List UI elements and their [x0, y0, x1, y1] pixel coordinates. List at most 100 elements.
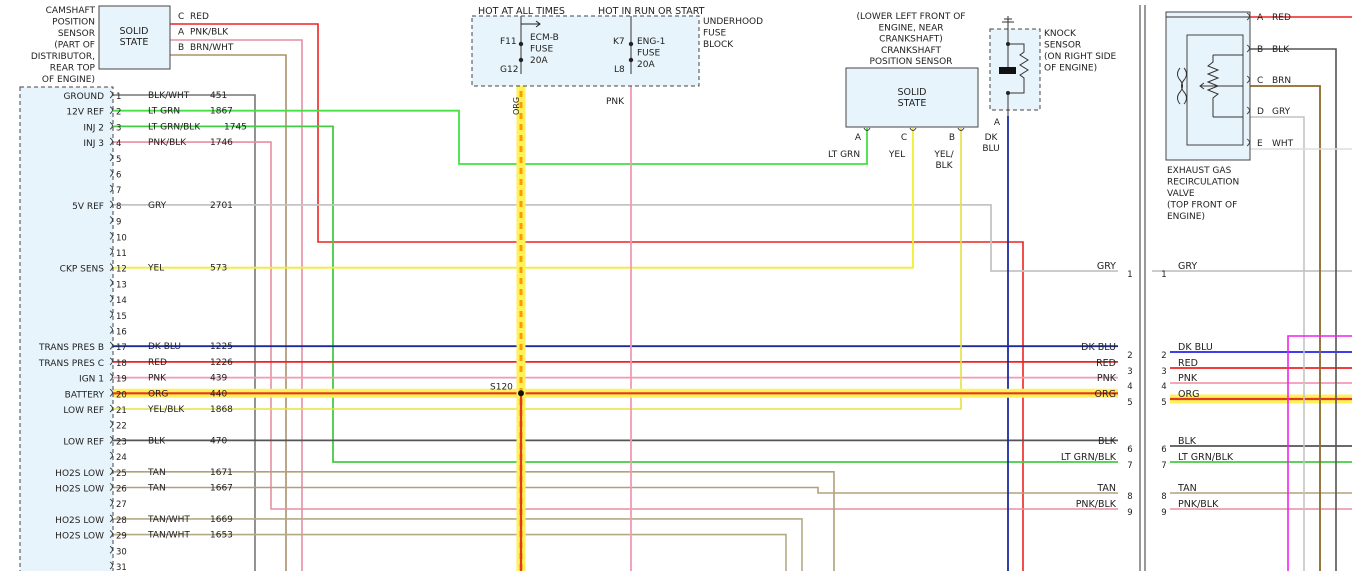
knock-caption-line: KNOCK: [1044, 29, 1077, 39]
ecm-pin-number: 10: [116, 233, 127, 243]
egr-caption-line: ENGINE): [1167, 212, 1205, 222]
connector-right-number: 9: [1161, 508, 1166, 518]
connector-right-color: GRY: [1178, 261, 1197, 272]
crank-pin-letter: A: [855, 133, 862, 143]
knock-node: [1006, 42, 1010, 46]
ecm-pin-number: 2: [116, 108, 121, 118]
crank-label: STATE: [898, 98, 927, 109]
fuse2-text: FUSE: [637, 49, 660, 59]
ecm-circuit-number: 1867: [210, 107, 233, 117]
connector-right-number: 2: [1161, 351, 1166, 361]
wire-pin3-ltgrnblk: [113, 125, 1118, 463]
ecm-circuit-number: 1669: [210, 515, 233, 525]
crank-label: SOLID: [898, 87, 927, 98]
connector-left-color: TAN: [1096, 483, 1116, 494]
ecm-wire-color: ORG: [148, 389, 168, 399]
fuse-block-caption-line: FUSE: [703, 29, 726, 39]
fuse-hot-at-all-times: HOT AT ALL TIMES: [478, 6, 565, 17]
ecm-wire-color: PNK/BLK: [148, 138, 187, 148]
ecm-wire-color: YEL/BLK: [147, 405, 185, 415]
camshaft-caption-line: REAR TOP: [50, 64, 96, 74]
connector-right-number: 1: [1161, 270, 1166, 280]
ecm-pin-number: 16: [116, 328, 127, 338]
ecm-pin-name: CKP SENS: [60, 265, 105, 275]
ecm-pin-name: INJ 2: [83, 123, 104, 133]
fuse1-node: [518, 57, 524, 63]
ecm-pin-number: 17: [116, 343, 127, 353]
ecm-pin-number: 3: [116, 123, 121, 133]
ecm-pin-number: 26: [116, 485, 127, 495]
connector-right-color: PNK/BLK: [1178, 499, 1219, 510]
camshaft-caption-line: CAMSHAFT: [46, 6, 96, 16]
fuse2-top-label: K7: [613, 37, 625, 47]
camshaft-pin-letter: B: [178, 43, 184, 53]
camshaft-caption-line: POSITION: [52, 18, 95, 28]
fuse2-bottom-label: L8: [614, 65, 625, 75]
ecm-pin-number: 1: [116, 92, 121, 102]
ecm-pin-number: 7: [116, 186, 121, 196]
egr-caption-line: (TOP FRONT OF: [1167, 201, 1237, 211]
egr-pin-letter: D: [1257, 107, 1264, 117]
knock-node: [1006, 91, 1010, 95]
egr-pin-color: BRN: [1272, 76, 1291, 86]
ecm-wire-color: BLK: [148, 436, 166, 446]
ecm-pin-name: LOW REF: [63, 406, 104, 416]
ecm-pin-number: 8: [116, 202, 121, 212]
connector-right-number: 8: [1161, 492, 1166, 502]
ecm-pin-number: 5: [116, 155, 121, 165]
egr-pin-letter: E: [1257, 139, 1263, 149]
ecm-pin-number: 13: [116, 280, 127, 290]
ecm-circuit-number: 1671: [210, 468, 233, 478]
camshaft-caption-line: SENSOR: [58, 29, 95, 39]
crank-pin-color: YEL: [888, 150, 905, 160]
ecm-pin-number: 29: [116, 532, 127, 542]
ecm-pin-number: 28: [116, 516, 127, 526]
camshaft-caption-line: OF ENGINE): [42, 75, 95, 85]
ecm-wire-color: TAN/WHT: [147, 515, 190, 525]
connector-right-color: LT GRN/BLK: [1178, 452, 1234, 463]
splice-point: [518, 390, 524, 397]
wire-egr-brn: [1250, 85, 1321, 571]
ecm-pin-number: 19: [116, 375, 127, 385]
connector-right-color: RED: [1178, 358, 1198, 369]
egr-pin-color: WHT: [1272, 139, 1294, 149]
connector-left-number: 2: [1127, 351, 1132, 361]
egr-pin-color: GRY: [1272, 107, 1291, 117]
fuse-block-caption-line: UNDERHOOD: [703, 17, 763, 27]
egr-pin-letter: B: [1257, 45, 1263, 55]
ecm-circuit-number: 1746: [210, 138, 233, 148]
ecm-pin-number: 4: [116, 139, 121, 149]
connector-left-number: 3: [1127, 367, 1132, 377]
fuse1-text: ECM-B: [530, 33, 559, 43]
egr-pin-color: BLK: [1272, 45, 1290, 55]
ecm-pin-name: TRANS PRES C: [38, 359, 104, 369]
ecm-circuit-number: 1667: [210, 484, 233, 494]
ecm-pin-name: GROUND: [63, 92, 104, 102]
ecm-pin-name: HO2S LOW: [55, 516, 104, 526]
ecm-pin-number: 14: [116, 296, 127, 306]
ecm-circuit-number: 573: [210, 264, 227, 274]
wire-egr-gry: [1250, 116, 1305, 571]
connector-left-color: PNK: [1097, 373, 1117, 384]
ecm-pin-name: INJ 3: [83, 139, 104, 149]
knock-ground-stub: [1007, 21, 1012, 29]
fuse1-bottom-label: G12: [500, 65, 518, 75]
fuse2-node: [628, 41, 634, 47]
ecm-wire-color: RED: [148, 358, 167, 368]
crank-pin-color: YEL/: [933, 150, 954, 160]
connector-left-number: 8: [1127, 492, 1132, 502]
connector-left-number: 4: [1127, 382, 1132, 392]
ecm-pin-number: 11: [116, 249, 127, 259]
connector-right-number: 5: [1161, 398, 1166, 408]
fuse1-wire-color: ORG: [512, 97, 521, 115]
ecm-pin-number: 22: [116, 422, 127, 432]
fuse-block-caption-line: BLOCK: [703, 40, 734, 50]
ecm-wire-color: BLK/WHT: [148, 91, 190, 101]
camshaft-pin-letter: A: [178, 28, 185, 38]
ecm-pin-number: 6: [116, 171, 121, 181]
ecm-pin-number: 30: [116, 547, 127, 557]
camshaft-label: STATE: [120, 37, 149, 48]
ecm-pin-name: HO2S LOW: [55, 469, 104, 479]
ecm-pin-number: 18: [116, 359, 127, 369]
egr-pin-color: RED: [1272, 13, 1291, 23]
